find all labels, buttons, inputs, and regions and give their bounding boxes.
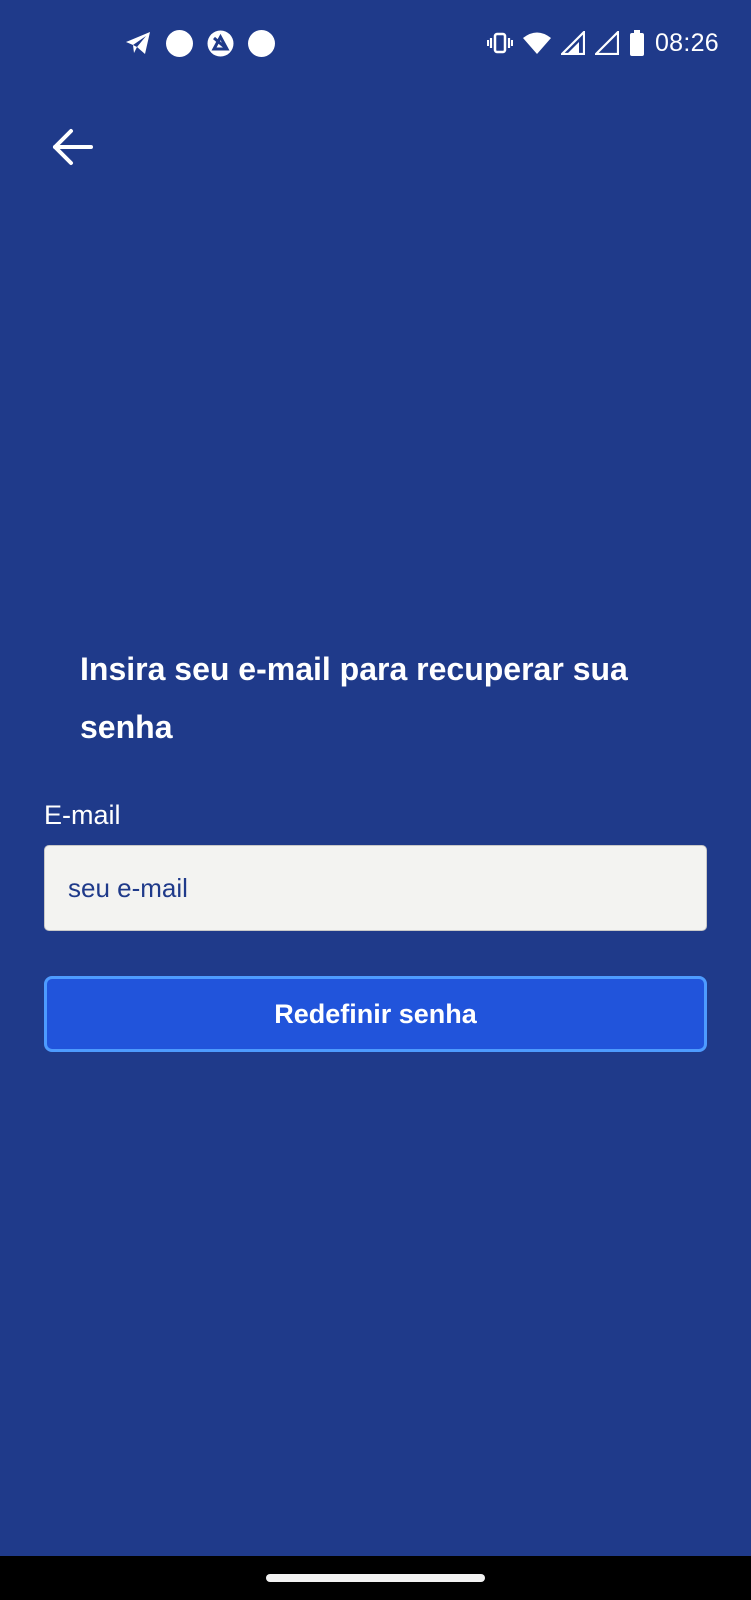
- status-bar: 08:26: [0, 0, 751, 86]
- home-indicator[interactable]: [266, 1574, 485, 1582]
- circle-notification-icon: [248, 29, 275, 57]
- wifi-icon: [522, 31, 551, 55]
- system-icons: 08:26: [486, 24, 719, 62]
- notification-icons: [124, 26, 275, 60]
- app-notification-icon: [207, 30, 234, 57]
- circle-notification-icon: [166, 29, 193, 57]
- email-label: E-mail: [44, 800, 121, 830]
- page-title: Insira seu e-mail para recuperar sua sen…: [80, 651, 628, 745]
- arrow-left-icon: [51, 127, 95, 167]
- telegram-icon: [124, 30, 152, 56]
- back-button[interactable]: [44, 118, 102, 176]
- signal-icon: [560, 31, 585, 55]
- status-time: 08:26: [654, 28, 719, 57]
- signal-empty-icon: [594, 31, 619, 55]
- navigation-bar: [0, 1556, 751, 1600]
- email-field[interactable]: [44, 845, 707, 931]
- vibrate-icon: [486, 31, 513, 55]
- reset-password-button[interactable]: Redefinir senha: [44, 976, 707, 1052]
- battery-icon: [629, 30, 645, 56]
